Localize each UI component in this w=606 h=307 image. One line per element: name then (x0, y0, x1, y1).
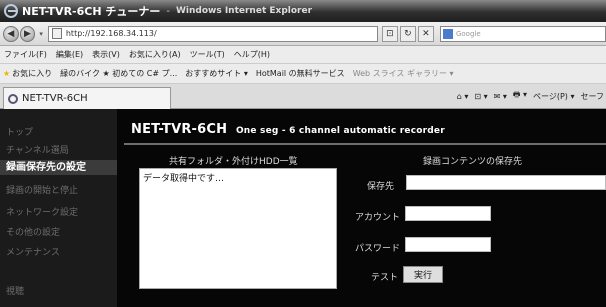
print-icon[interactable]: 🖶 ▾ (513, 89, 527, 103)
forward-button[interactable]: ▶ (19, 25, 36, 42)
menu-file[interactable]: ファイル(F) (4, 49, 47, 60)
menu-help[interactable]: ヘルプ(H) (234, 49, 270, 60)
back-button[interactable]: ◀ (3, 25, 19, 42)
window-title-bar: NET-TVR-6CH チューナー - Windows Internet Exp… (0, 0, 606, 22)
history-dropdown-icon[interactable]: ▾ (39, 30, 43, 38)
address-url: http://192.168.34.113/ (65, 29, 157, 38)
sidebar: トップ チャンネル選局 録画保存先の設定 録画の開始と停止 ネットワーク設定 そ… (0, 109, 117, 307)
favorites-bar: ★ お気に入り 緑のバイク ★ 初めての C# プ... おすすめサイト ▾ H… (0, 64, 606, 84)
browser-name: Windows Internet Explorer (175, 6, 313, 16)
favorite-item-recommended[interactable]: おすすめサイト ▾ (185, 68, 248, 79)
tab-page-icon (8, 93, 18, 104)
page-icon (51, 28, 62, 39)
shared-folder-list[interactable]: データ取得中です… (139, 168, 337, 289)
sidebar-item-network[interactable]: ネットワーク設定 (6, 205, 78, 218)
title-divider (124, 143, 606, 145)
save-path-label: 保存先 (367, 182, 395, 192)
address-toolbar: ◀ ▶ ▾ http://192.168.34.113/ ⊡ ↻ ✕ Googl… (0, 22, 606, 46)
mail-icon[interactable]: ✉ ▾ (494, 92, 507, 101)
search-input[interactable]: Google (439, 25, 606, 42)
compat-view-icon[interactable]: ⊡ (381, 25, 398, 42)
page-title: NET-TVR-6CH One seg - 6 channel automati… (131, 122, 445, 137)
password-label: パスワード (355, 244, 401, 254)
sidebar-item-save-destination[interactable]: 録画保存先の設定 (0, 160, 117, 175)
sidebar-item-top[interactable]: トップ (6, 125, 33, 138)
favorite-item-bike[interactable]: 緑のバイク ★ 初めての C# プ... (60, 68, 177, 79)
home-icon[interactable]: ⌂ ▾ (457, 92, 469, 101)
title-separator: - (166, 5, 170, 17)
save-path-input[interactable] (406, 175, 606, 190)
sidebar-item-watch[interactable]: 視聴 (6, 284, 24, 297)
sidebar-item-channel[interactable]: チャンネル選局 (6, 143, 69, 156)
tab-label: NET-TVR-6CH (22, 93, 88, 104)
main-panel: NET-TVR-6CH One seg - 6 channel automati… (117, 109, 606, 307)
ie-logo-icon (4, 4, 18, 18)
list-item[interactable]: データ取得中です… (143, 171, 333, 184)
device-name: NET-TVR-6CH (131, 122, 228, 137)
menu-bar: ファイル(F) 編集(E) 表示(V) お気に入り(A) ツール(T) ヘルプ(… (0, 46, 606, 64)
test-label: テスト (371, 273, 399, 283)
sidebar-item-other[interactable]: その他の設定 (6, 225, 60, 238)
sidebar-item-maintenance[interactable]: メンテナンス (6, 245, 60, 258)
execute-button[interactable]: 実行 (403, 266, 443, 283)
menu-view[interactable]: 表示(V) (92, 49, 120, 60)
tab-bar: NET-TVR-6CH ⌂ ▾ ⊡ ▾ ✉ ▾ 🖶 ▾ ページ(P) ▾ セーフ (0, 84, 606, 109)
device-subtitle: One seg - 6 channel automatic recorder (235, 126, 445, 136)
address-input[interactable]: http://192.168.34.113/ (47, 25, 378, 42)
password-input[interactable] (405, 237, 491, 252)
sidebar-item-recording[interactable]: 録画の開始と停止 (6, 183, 78, 196)
window-title: NET-TVR-6CH チューナー (22, 5, 161, 18)
menu-tools[interactable]: ツール(T) (190, 49, 225, 60)
feeds-icon[interactable]: ⊡ ▾ (474, 92, 487, 101)
favorite-item-hotmail[interactable]: HotMail の無料サービス (256, 68, 345, 79)
safety-menu[interactable]: セーフ (580, 91, 604, 102)
search-placeholder: Google (455, 29, 481, 38)
account-input[interactable] (405, 206, 491, 221)
stop-icon[interactable]: ✕ (417, 25, 434, 42)
favorites-button[interactable]: ★ お気に入り (3, 68, 52, 79)
favorites-label: お気に入り (12, 69, 53, 78)
menu-edit[interactable]: 編集(E) (56, 49, 83, 60)
shared-folder-list-heading: 共有フォルダ・外付けHDD一覧 (169, 157, 298, 167)
account-label: アカウント (355, 213, 401, 223)
page-menu[interactable]: ページ(P) ▾ (533, 91, 574, 102)
save-destination-heading: 録画コンテンツの保存先 (423, 157, 523, 167)
google-icon (442, 28, 453, 39)
menu-favorites[interactable]: お気に入り(A) (129, 49, 181, 60)
refresh-icon[interactable]: ↻ (399, 25, 416, 42)
command-bar: ⌂ ▾ ⊡ ▾ ✉ ▾ 🖶 ▾ ページ(P) ▾ セーフ (451, 89, 604, 103)
tab-net-tvr[interactable]: NET-TVR-6CH (3, 87, 171, 109)
page-content: トップ チャンネル選局 録画保存先の設定 録画の開始と停止 ネットワーク設定 そ… (0, 109, 606, 307)
favorites-star-icon: ★ (3, 69, 11, 78)
favorite-item-webslice[interactable]: Web スライス ギャラリー ▾ (353, 68, 454, 79)
